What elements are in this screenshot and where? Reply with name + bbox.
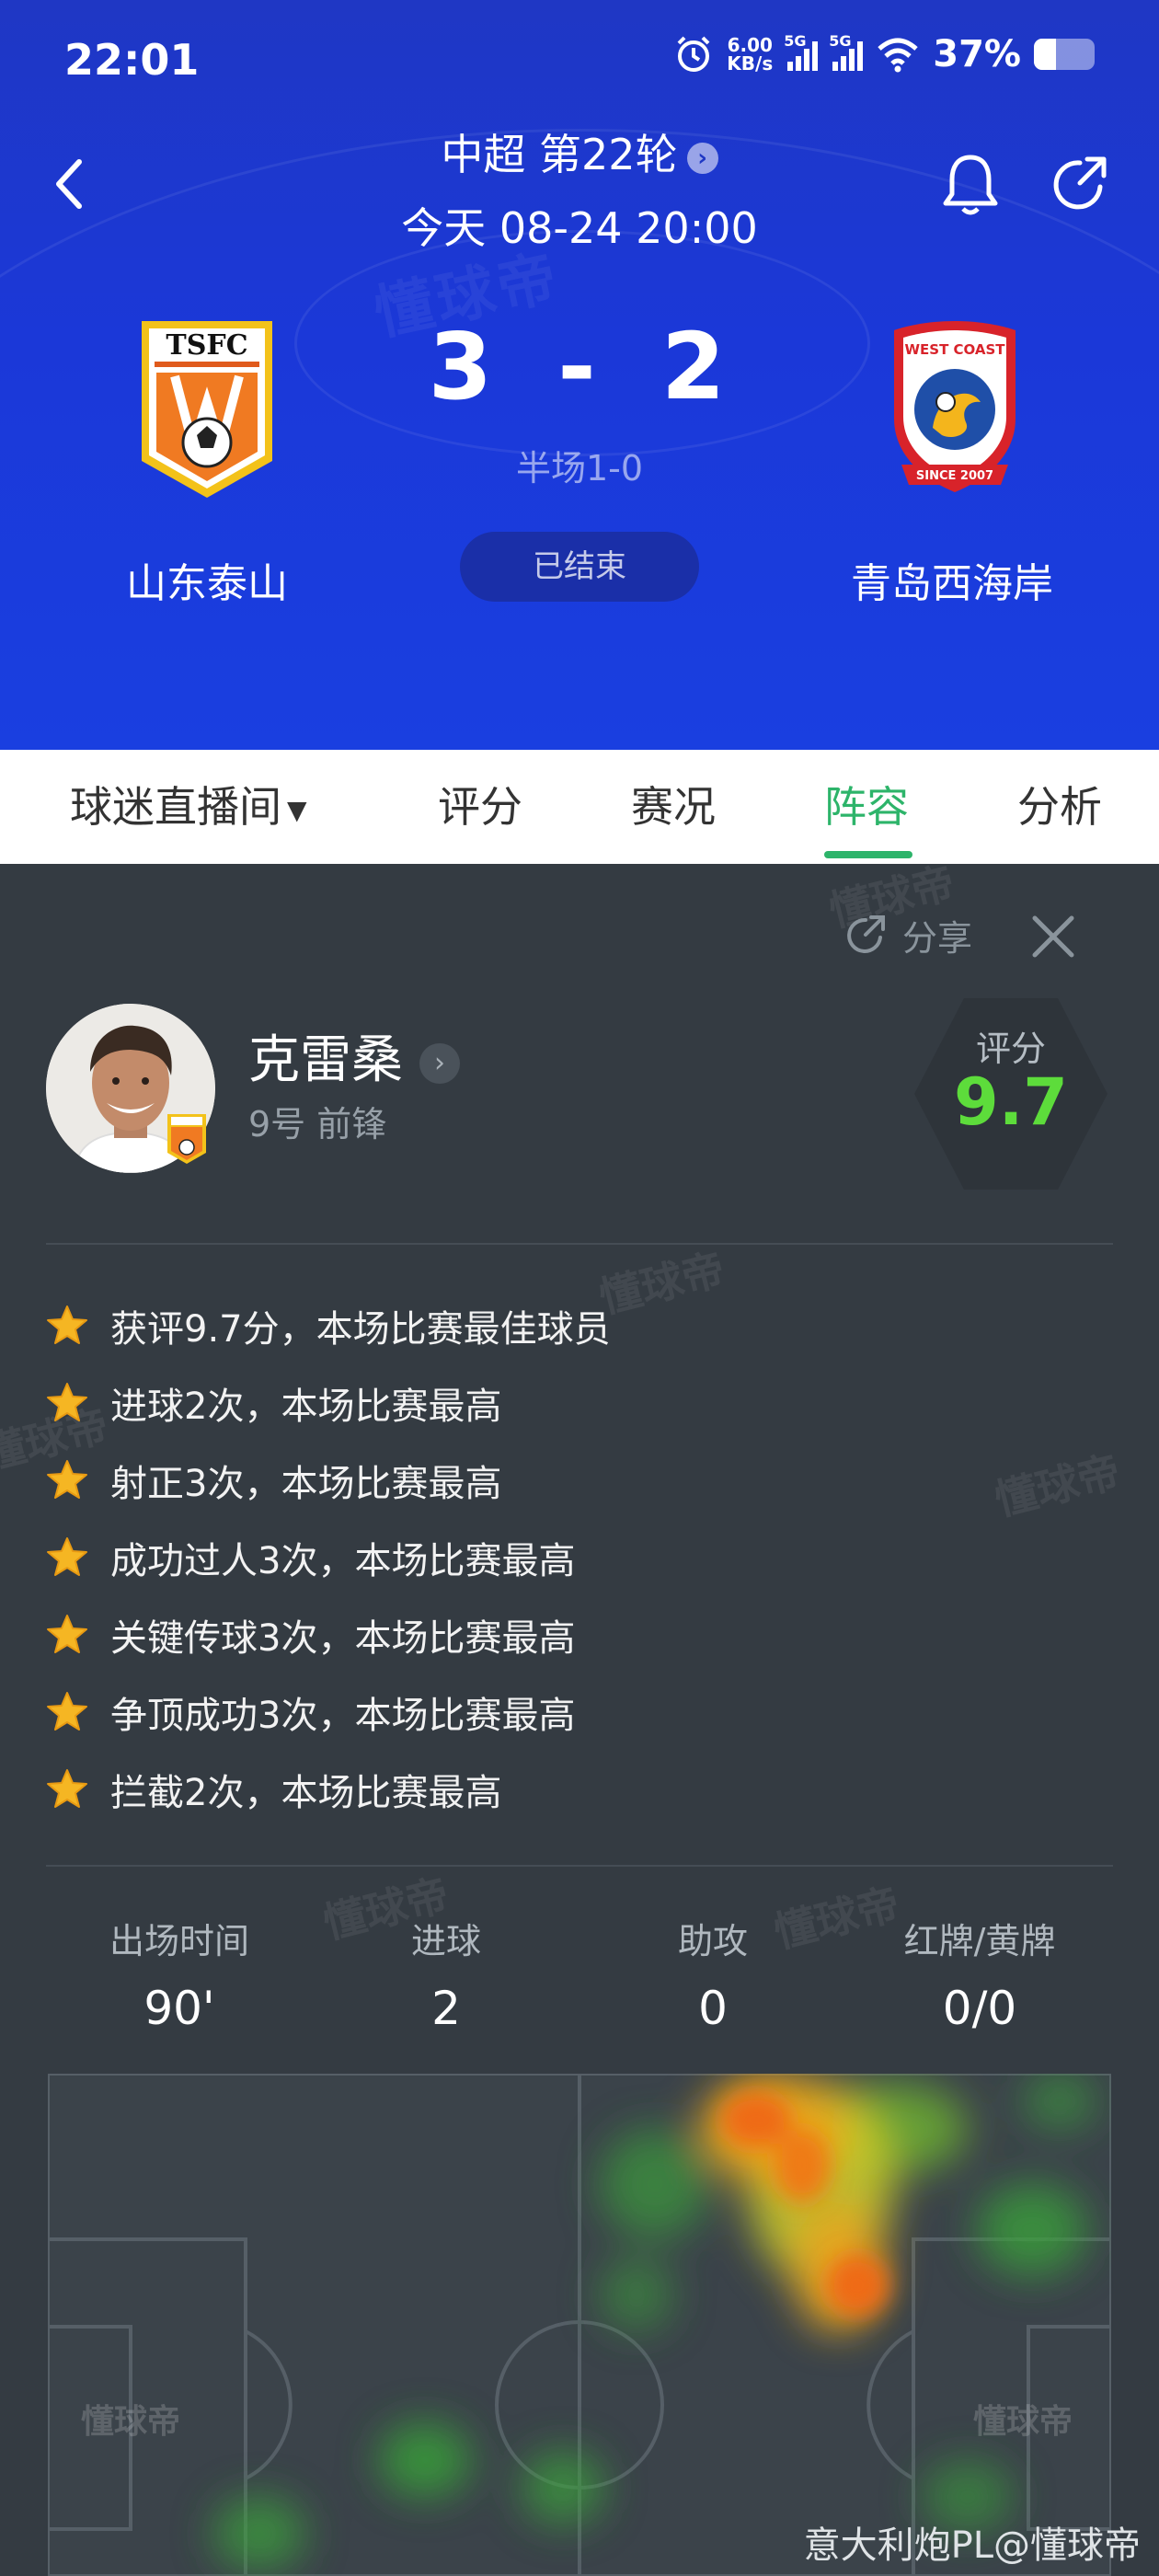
away-team-name[interactable]: 青岛西海岸 (814, 550, 1090, 609)
honor-text: 关键传球3次，本场比赛最高 (110, 1617, 576, 1660)
honor-item: 获评9.7分，本场比赛最佳球员 (46, 1287, 1113, 1364)
tab-analysis[interactable]: 分析 (1017, 750, 1102, 864)
tab-match-events[interactable]: 赛况 (631, 750, 716, 864)
honor-item: 关键传球3次，本场比赛最高 (46, 1596, 1113, 1673)
battery-percent: 37% (933, 33, 1021, 75)
active-tab-indicator (824, 851, 912, 858)
away-team-logo[interactable]: WEST COAST SINCE 2007 (881, 317, 1028, 501)
status-time: 22:01 (64, 35, 200, 85)
player-name[interactable]: 克雷桑 › (248, 1018, 460, 1093)
tab-ratings[interactable]: 评分 (438, 750, 522, 864)
honor-text: 争顶成功3次，本场比赛最高 (110, 1695, 576, 1737)
honor-text: 获评9.7分，本场比赛最佳球员 (110, 1308, 611, 1351)
club-badge-icon (166, 1112, 208, 1166)
honor-text: 射正3次，本场比赛最高 (110, 1463, 502, 1505)
star-icon (47, 1305, 87, 1344)
tab-fan-live[interactable]: 球迷直播间 ▼ (70, 750, 307, 864)
rating-label: 评分 (975, 1029, 1046, 1069)
stat-assists: 助攻 0 (677, 1921, 748, 2035)
honor-text: 拦截2次，本场比赛最高 (110, 1772, 502, 1814)
pitch-watermark: 懂球帝 (81, 2403, 180, 2441)
honor-text: 成功过人3次，本场比赛最高 (110, 1540, 576, 1582)
rating-value: 9.7 (953, 1064, 1068, 1140)
stat-goals: 进球 2 (410, 1921, 481, 2035)
honor-item: 进球2次，本场比赛最高 (46, 1364, 1113, 1442)
match-status-badge: 已结束 (460, 532, 699, 602)
battery-fill (1034, 39, 1057, 70)
star-icon (47, 1692, 87, 1731)
honor-item: 成功过人3次，本场比赛最高 (46, 1519, 1113, 1596)
chevron-right-icon: › (419, 1042, 460, 1084)
player-detail-panel: 懂球帝 懂球帝 懂球帝 懂球帝 懂球帝 懂球帝 分享 克雷桑 › 9号 前锋 评… (0, 857, 1159, 2576)
player-heatmap: 懂球帝 懂球帝 (48, 2074, 1111, 2576)
star-icon (47, 1615, 87, 1653)
dropdown-caret-icon: ▼ (287, 794, 307, 825)
divider (46, 1243, 1113, 1245)
star-icon (47, 1769, 87, 1808)
honor-item: 争顶成功3次，本场比赛最高 (46, 1673, 1113, 1751)
tab-bar: 球迷直播间 ▼ 评分 赛况 阵容 分析 (0, 750, 1159, 864)
svg-text:SINCE 2007: SINCE 2007 (916, 469, 993, 483)
star-icon (47, 1460, 87, 1499)
divider (46, 1865, 1113, 1867)
home-score: 3 (428, 313, 499, 420)
match-header: 懂球帝 22:01 6.00 KB/s 5G 5G 37% 中超 第22轮 › … (0, 0, 1159, 750)
honor-text: 进球2次，本场比赛最高 (110, 1386, 502, 1428)
credit-text: 意大利炮PL@懂球帝 (803, 2524, 1141, 2567)
share-icon[interactable] (1047, 152, 1113, 218)
chevron-right-icon: › (686, 142, 718, 174)
honor-item: 拦截2次，本场比赛最高 (46, 1751, 1113, 1828)
net-speed: 6.00 KB/s (727, 34, 774, 75)
status-bar: 22:01 6.00 KB/s 5G 5G 37% (0, 0, 1159, 120)
bell-icon[interactable] (938, 152, 1003, 218)
honors-list: 获评9.7分，本场比赛最佳球员 进球2次，本场比赛最高 射正3次，本场比赛最高成功过… (46, 1287, 1113, 1828)
wifi-icon (878, 38, 918, 73)
star-icon (47, 1537, 87, 1576)
share-button[interactable]: 分享 (842, 910, 972, 960)
stat-minutes: 出场时间 90' (109, 1921, 249, 2035)
close-icon[interactable] (1030, 914, 1076, 960)
pitch-watermark: 懂球帝 (973, 2403, 1073, 2441)
star-icon (47, 1383, 87, 1421)
tab-lineup[interactable]: 阵容 (824, 750, 909, 864)
away-score: 2 (660, 313, 731, 420)
score-separator: - (557, 313, 602, 420)
signal-icon-2: 5G (829, 32, 864, 71)
home-team-name[interactable]: 山东泰山 (69, 550, 345, 609)
battery-icon (1034, 39, 1095, 70)
svg-text:WEST COAST: WEST COAST (904, 341, 1005, 358)
share-label: 分享 (902, 918, 973, 959)
player-stats: 出场时间 90' 进球 2 助攻 0 红牌/黄牌 0/0 (46, 1913, 1113, 2035)
stat-cards: 红牌/黄牌 0/0 (903, 1921, 1056, 2035)
honor-item: 射正3次，本场比赛最高 (46, 1442, 1113, 1519)
signal-icon: 5G (784, 32, 819, 71)
share-icon (847, 914, 885, 953)
alarm-icon (677, 36, 710, 72)
player-number-position: 9号 前锋 (248, 1104, 387, 1144)
